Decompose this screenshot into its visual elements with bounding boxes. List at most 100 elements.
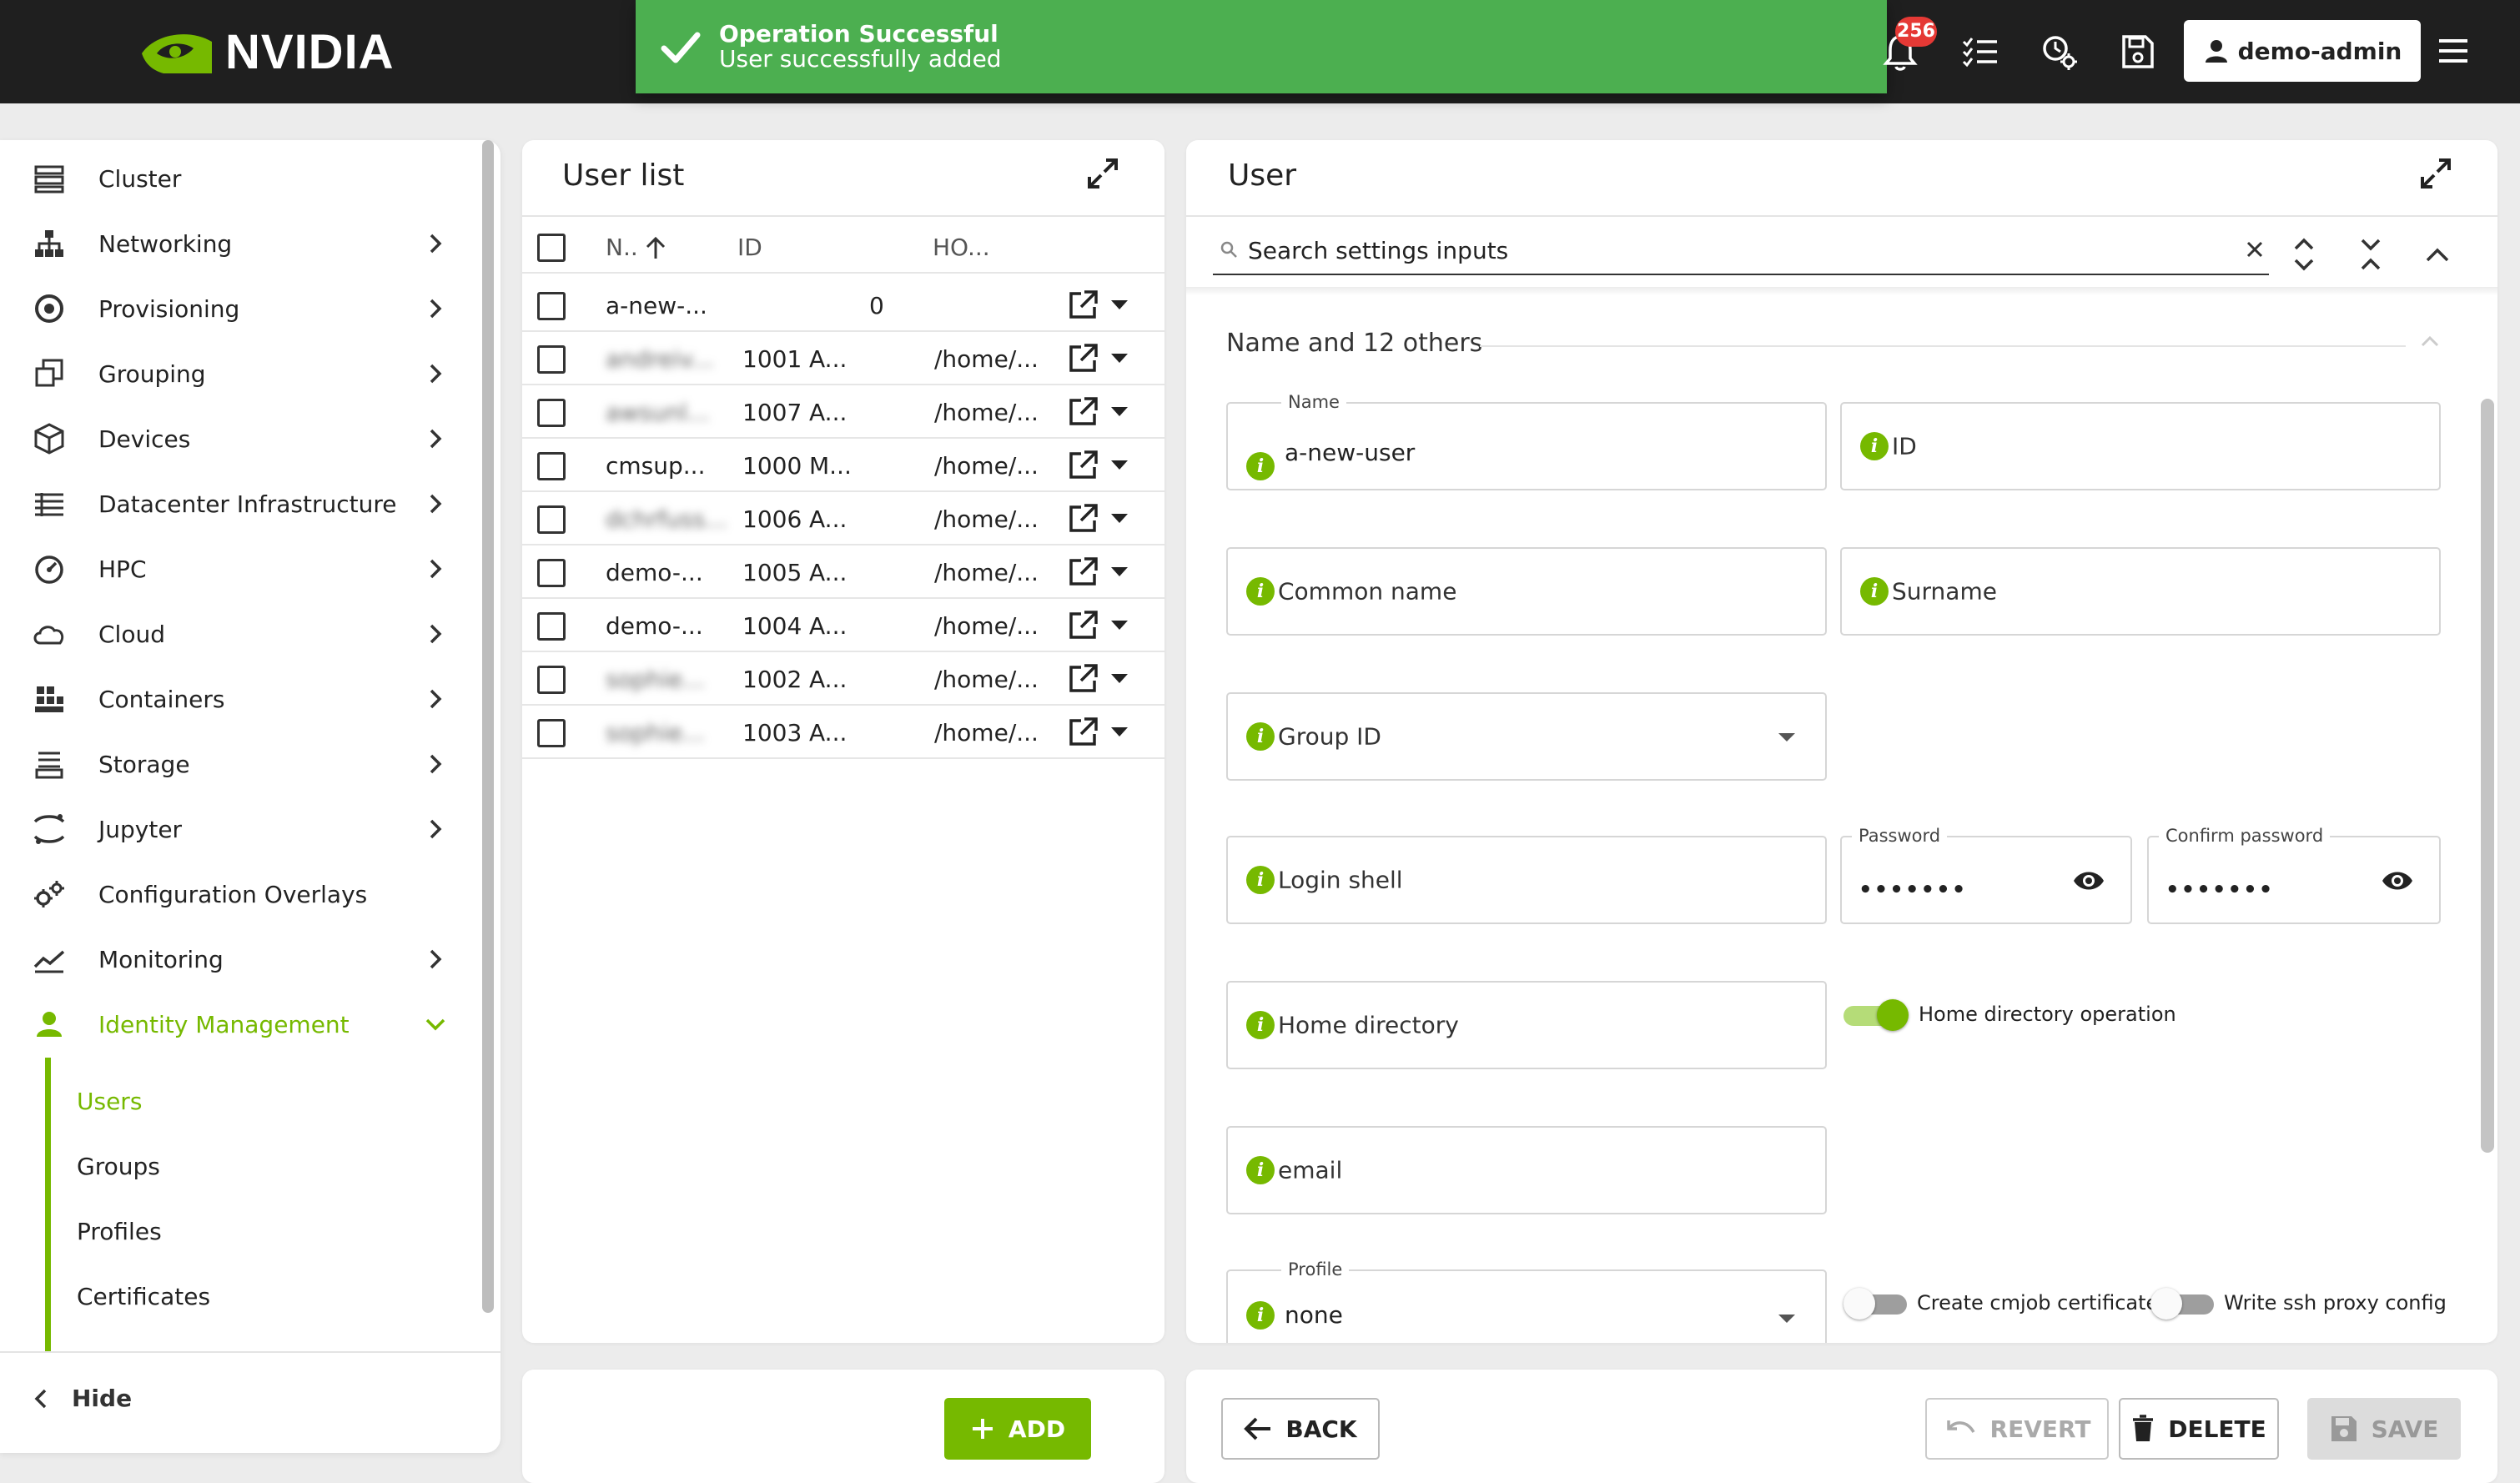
row-menu-caret-icon[interactable] (1111, 727, 1128, 736)
home-directory-field[interactable]: i Home directory (1226, 981, 1827, 1069)
sidebar-item-datacenter-infrastructure[interactable]: Datacenter Infrastructure (0, 479, 467, 529)
column-header-name[interactable]: N.. (606, 234, 638, 261)
sidebar-item-identity-management[interactable]: Identity Management (0, 999, 467, 1049)
table-row[interactable]: demo-... 1005 A... /home/... (522, 545, 1164, 599)
table-row[interactable]: sophie... 1003 A... /home/... (522, 706, 1164, 759)
section-title[interactable]: Name and 12 others (1226, 329, 1482, 358)
column-header-home[interactable]: HO... (933, 234, 990, 261)
sidebar-item-jupyter[interactable]: Jupyter (0, 804, 467, 854)
cmjob-certificate-toggle[interactable] (1843, 1288, 1907, 1320)
user-panel-scrollbar[interactable] (2481, 399, 2494, 1153)
row-menu-caret-icon[interactable] (1111, 674, 1128, 683)
row-menu-caret-icon[interactable] (1111, 300, 1128, 309)
back-button[interactable]: BACK (1221, 1398, 1380, 1460)
add-button[interactable]: ADD (944, 1398, 1091, 1460)
open-in-new-icon[interactable] (1066, 395, 1099, 429)
sidebar-item-containers[interactable]: Containers (0, 674, 467, 724)
sidebar-item-devices[interactable]: Devices (0, 414, 467, 464)
row-checkbox[interactable] (537, 559, 566, 587)
email-field[interactable]: i email (1226, 1126, 1827, 1214)
clear-icon[interactable] (2244, 239, 2266, 260)
row-checkbox[interactable] (537, 719, 566, 747)
open-in-new-icon[interactable] (1066, 555, 1099, 589)
row-checkbox[interactable] (537, 505, 566, 534)
expand-icon[interactable] (2417, 155, 2454, 192)
table-row[interactable]: a-new-... 0 (522, 279, 1164, 332)
password-field[interactable]: Password ••••••• (1840, 826, 2132, 924)
save-icon[interactable] (2117, 32, 2157, 72)
sort-ascending-icon[interactable] (644, 235, 667, 260)
select-all-checkbox[interactable] (537, 234, 566, 262)
open-in-new-icon[interactable] (1066, 449, 1099, 482)
collapse-all-icon[interactable] (2354, 235, 2387, 274)
eye-icon[interactable] (2381, 869, 2414, 892)
eye-icon[interactable] (2072, 869, 2105, 892)
open-in-new-icon[interactable] (1066, 609, 1099, 642)
group-id-select[interactable]: i Group ID (1226, 692, 1827, 781)
row-checkbox[interactable] (537, 345, 566, 374)
table-row[interactable]: andreiv... 1001 A... /home/... (522, 332, 1164, 385)
save-button[interactable]: SAVE (2307, 1398, 2461, 1460)
ssh-proxy-toggle[interactable] (2150, 1288, 2214, 1320)
profile-select[interactable]: Profile i none (1226, 1259, 1827, 1343)
expand-all-icon[interactable] (2287, 235, 2321, 274)
column-header-id[interactable]: ID (737, 234, 762, 261)
table-row[interactable]: sophie... 1002 A... /home/... (522, 652, 1164, 706)
search-input[interactable] (1248, 232, 2207, 269)
open-in-new-icon[interactable] (1066, 502, 1099, 535)
sidebar-item-provisioning[interactable]: Provisioning (0, 284, 467, 334)
id-field[interactable]: i ID (1840, 402, 2441, 490)
home-dir-operation-toggle[interactable] (1843, 999, 1909, 1031)
table-row[interactable]: cmsup... 1000 M... /home/... (522, 439, 1164, 492)
name-field[interactable]: Name i a-new-user (1226, 392, 1827, 490)
open-in-new-icon[interactable] (1066, 342, 1099, 375)
surname-field[interactable]: i Surname (1840, 547, 2441, 636)
user-menu-button[interactable]: demo-admin (2184, 20, 2421, 82)
user-list-title: User list (562, 158, 685, 193)
hide-sidebar-button[interactable]: Hide (32, 1385, 132, 1412)
sidebar-item-grouping[interactable]: Grouping (0, 349, 467, 399)
open-in-new-icon[interactable] (1066, 662, 1099, 696)
sidebar-subitem-certificates[interactable]: Certificates (77, 1283, 210, 1310)
table-row[interactable]: dchrfuss... 1006 A... /home/... (522, 492, 1164, 545)
row-menu-caret-icon[interactable] (1111, 621, 1128, 630)
delete-button[interactable]: DELETE (2119, 1398, 2279, 1460)
sidebar-item-networking[interactable]: Networking (0, 219, 467, 269)
sidebar-scrollbar[interactable] (482, 140, 494, 1313)
sidebar-item-cloud[interactable]: Cloud (0, 609, 467, 659)
cloud-settings-icon[interactable] (2039, 32, 2079, 72)
row-menu-caret-icon[interactable] (1111, 407, 1128, 416)
login-shell-field[interactable]: i Login shell (1226, 836, 1827, 924)
row-menu-caret-icon[interactable] (1111, 354, 1128, 363)
cell-id: 1006 (742, 505, 802, 533)
revert-button[interactable]: REVERT (1925, 1398, 2109, 1460)
sidebar-item-storage[interactable]: Storage (0, 739, 467, 789)
common-name-field[interactable]: i Common name (1226, 547, 1827, 636)
table-row[interactable]: awsunl... 1007 A... /home/... (522, 385, 1164, 439)
section-collapse-icon[interactable] (2419, 334, 2441, 349)
row-checkbox[interactable] (537, 292, 566, 320)
row-checkbox[interactable] (537, 452, 566, 480)
nvidia-logo[interactable]: NVIDIA (138, 23, 395, 80)
row-checkbox[interactable] (537, 399, 566, 427)
chevron-up-icon[interactable] (2421, 235, 2454, 274)
sidebar-subitem-groups[interactable]: Groups (77, 1153, 160, 1180)
sidebar-item-hpc[interactable]: HPC (0, 544, 467, 594)
table-row[interactable]: demo-... 1004 A... /home/... (522, 599, 1164, 652)
sidebar-item-cluster[interactable]: Cluster (0, 153, 467, 204)
hamburger-menu-icon[interactable] (2437, 37, 2469, 65)
sidebar-subitem-users[interactable]: Users (77, 1088, 142, 1115)
row-menu-caret-icon[interactable] (1111, 514, 1128, 523)
row-menu-caret-icon[interactable] (1111, 567, 1128, 576)
row-checkbox[interactable] (537, 612, 566, 641)
open-in-new-icon[interactable] (1066, 289, 1099, 322)
task-list-icon[interactable] (1960, 32, 2000, 72)
sidebar-item-monitoring[interactable]: Monitoring (0, 934, 467, 984)
row-checkbox[interactable] (537, 666, 566, 694)
open-in-new-icon[interactable] (1066, 716, 1099, 749)
expand-icon[interactable] (1084, 155, 1121, 192)
sidebar-subitem-profiles[interactable]: Profiles (77, 1218, 162, 1245)
row-menu-caret-icon[interactable] (1111, 460, 1128, 470)
confirm-password-field[interactable]: Confirm password ••••••• (2147, 826, 2441, 924)
sidebar-item-configuration-overlays[interactable]: Configuration Overlays (0, 869, 467, 919)
